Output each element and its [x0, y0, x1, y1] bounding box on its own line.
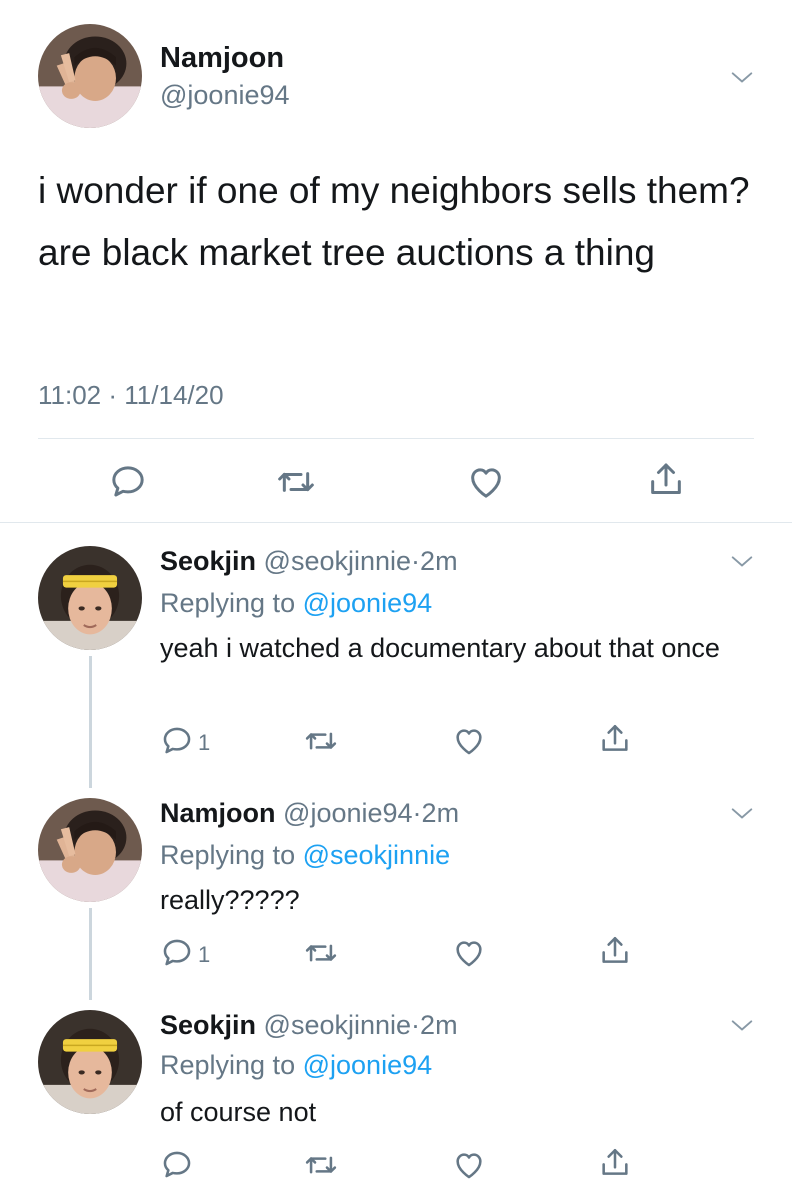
tweet-time: 11:02 [38, 380, 102, 410]
reply-text: really????? [160, 885, 300, 915]
avatar-peace-sign-icon [38, 24, 142, 128]
meta-separator: · [412, 798, 422, 828]
share-icon[interactable] [598, 1146, 632, 1180]
author-handle[interactable]: @seokjinnie [264, 546, 412, 576]
chevron-down-icon[interactable] [728, 1012, 756, 1045]
avatar-headband-icon [38, 1010, 142, 1114]
replying-to: Replying to @joonie94 [160, 1050, 432, 1081]
avatar-headband-icon [38, 546, 142, 650]
avatar[interactable] [38, 1010, 142, 1114]
comment-icon[interactable] [160, 724, 194, 758]
author-name[interactable]: Namjoon [160, 798, 276, 828]
avatar[interactable] [38, 24, 142, 128]
author-name[interactable]: Namjoon [160, 42, 284, 75]
author-handle[interactable]: @seokjinnie [264, 1010, 412, 1040]
share-icon[interactable] [598, 934, 632, 968]
thread-line [89, 908, 92, 1000]
reply-header: Seokjin @seokjinnie·2m [160, 546, 458, 577]
avatar-peace-sign-icon [38, 798, 142, 902]
meta-separator: · [411, 1010, 421, 1040]
retweet-icon[interactable] [304, 936, 338, 970]
comment-icon[interactable] [160, 1148, 194, 1182]
retweet-icon[interactable] [304, 1148, 338, 1182]
reply-header: Seokjin @seokjinnie·2m [160, 1010, 458, 1041]
author-name[interactable]: Seokjin [160, 546, 256, 576]
share-icon[interactable] [646, 460, 686, 500]
comment-icon[interactable] [108, 462, 148, 502]
replying-to: Replying to @seokjinnie [160, 840, 450, 871]
divider [38, 438, 754, 439]
reply-count: 1 [198, 730, 211, 755]
reply-age: 2m [421, 798, 460, 828]
reply-age: 2m [420, 1010, 458, 1040]
replying-to-link[interactable]: @seokjinnie [303, 840, 451, 870]
meta-separator: · [108, 380, 118, 410]
reply-age: 2m [420, 546, 458, 576]
avatar[interactable] [38, 798, 142, 902]
like-icon[interactable] [466, 462, 506, 502]
tweet-text: i wonder if one of my neighbors sells th… [38, 170, 750, 273]
reply-text: yeah i watched a documentary about that … [160, 633, 720, 663]
divider [0, 522, 792, 523]
tweet-timestamp[interactable]: 11:02 · 11/14/20 [38, 380, 224, 411]
like-icon[interactable] [452, 1148, 486, 1182]
replying-to-link[interactable]: @joonie94 [303, 588, 433, 618]
replying-to: Replying to @joonie94 [160, 588, 432, 619]
reply-header: Namjoon @joonie94·2m [160, 798, 459, 829]
tweet-date: 11/14/20 [124, 380, 224, 410]
author-name[interactable]: Seokjin [160, 1010, 256, 1040]
retweet-icon[interactable] [276, 462, 316, 502]
replying-to-link[interactable]: @joonie94 [303, 1050, 433, 1080]
replying-prefix: Replying to [160, 588, 296, 618]
reply-count: 1 [198, 942, 211, 967]
thread-line [89, 656, 92, 788]
avatar[interactable] [38, 546, 142, 650]
chevron-down-icon[interactable] [728, 800, 756, 833]
meta-separator: · [411, 546, 421, 576]
comment-icon[interactable] [160, 936, 194, 970]
chevron-down-icon[interactable] [728, 548, 756, 581]
share-icon[interactable] [598, 722, 632, 756]
retweet-icon[interactable] [304, 724, 338, 758]
replying-prefix: Replying to [160, 840, 296, 870]
like-icon[interactable] [452, 936, 486, 970]
reply-text: of course not [160, 1097, 317, 1127]
chevron-down-icon[interactable] [728, 64, 756, 97]
author-handle[interactable]: @joonie94 [160, 80, 290, 111]
like-icon[interactable] [452, 724, 486, 758]
replying-prefix: Replying to [160, 1050, 296, 1080]
author-handle[interactable]: @joonie94 [283, 798, 413, 828]
